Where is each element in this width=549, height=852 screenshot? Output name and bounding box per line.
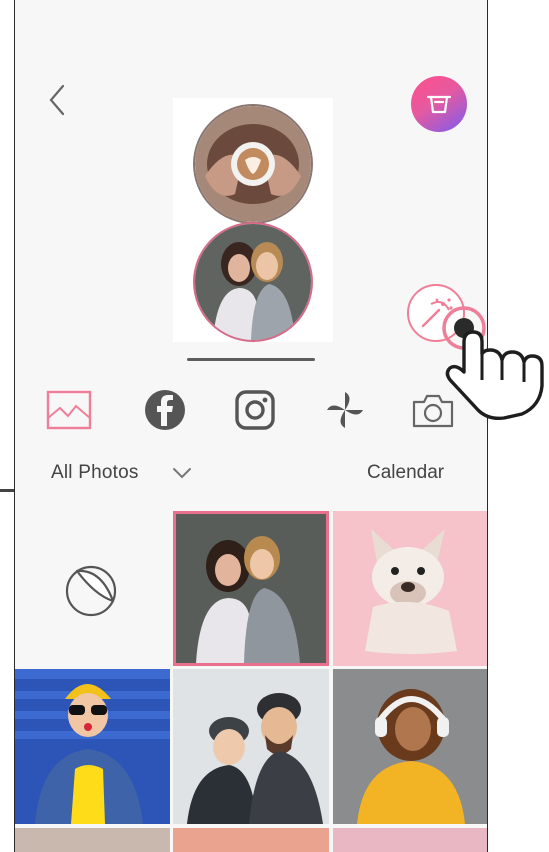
sticker-icon <box>65 565 117 617</box>
french-bulldog-photo[interactable] <box>333 511 487 666</box>
hand-pointer-icon <box>430 302 549 424</box>
preview-page-indicator <box>187 358 315 361</box>
instagram-icon[interactable] <box>229 384 281 436</box>
couple-winter-photo[interactable] <box>173 669 329 824</box>
woman-headphones-image <box>333 669 487 824</box>
french-bulldog-image <box>365 529 457 654</box>
calendar-button[interactable]: Calendar <box>367 462 444 484</box>
photo-thumbnail[interactable] <box>173 828 329 852</box>
friends-hugging-image <box>176 514 326 663</box>
chevron-left-icon[interactable] <box>43 83 73 117</box>
woman-yellow-beanie-image <box>15 669 170 824</box>
two-friends-hugging-photo <box>195 224 311 340</box>
chevron-down-icon[interactable] <box>171 464 193 482</box>
frame-divider <box>0 489 14 492</box>
pinwheel-icon[interactable] <box>319 384 371 436</box>
facebook-icon[interactable] <box>139 384 191 436</box>
cart-icon <box>426 95 452 114</box>
coffee-latte-art-photo <box>195 106 311 222</box>
couple-winter-image <box>173 669 329 824</box>
photo-thumbnail[interactable] <box>333 828 487 852</box>
print-preview <box>173 98 333 342</box>
preview-slot-coffee[interactable] <box>193 104 313 224</box>
preview-slot-friends[interactable] <box>193 222 313 342</box>
woman-headphones-photo[interactable] <box>333 669 487 824</box>
album-selector-label[interactable]: All Photos <box>51 462 139 484</box>
store-button[interactable] <box>411 76 467 132</box>
gallery-icon[interactable] <box>43 384 95 436</box>
woman-yellow-beanie-photo[interactable] <box>15 669 170 824</box>
friends-hugging-photo[interactable] <box>173 511 329 666</box>
photo-thumbnail[interactable] <box>15 828 170 852</box>
app-screen: All Photos Calendar <box>14 0 488 852</box>
photo-grid <box>15 511 487 852</box>
photo-source-bar <box>15 384 487 440</box>
sticker-cell[interactable] <box>15 511 170 666</box>
